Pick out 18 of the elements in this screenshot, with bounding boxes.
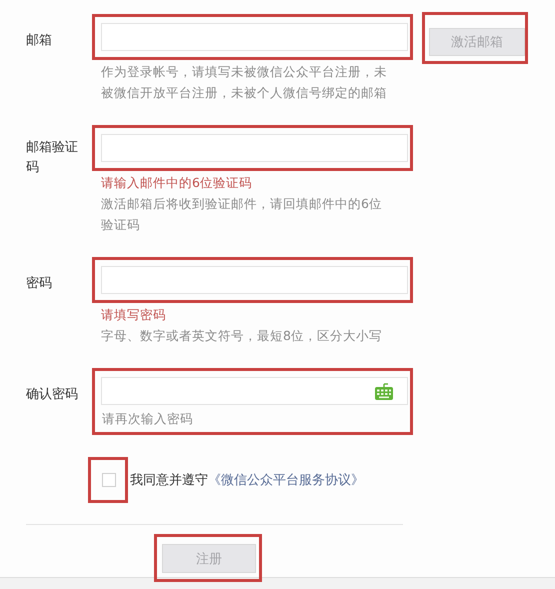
input-field[interactable]: [101, 377, 408, 405]
hint-text: 作为登录帐号，请填写未被微信公众平台注册，未被微信开放平台注册，未被个人微信号绑定的邮箱: [101, 63, 388, 102]
hint-text: 字母、数字或者英文符号，最短8位，区分大小写: [101, 327, 383, 345]
error-message: 请输入邮件中的6位验证码: [101, 174, 253, 192]
field-label: 邮箱验证码: [26, 139, 79, 177]
agreement-text: 我同意并遵守: [130, 472, 208, 489]
hint-text: 请再次输入密码: [102, 410, 194, 428]
field-label: 邮箱: [26, 32, 53, 50]
keyboard-icon[interactable]: [375, 382, 393, 400]
input-field[interactable]: [101, 134, 408, 162]
input-field[interactable]: [101, 23, 408, 51]
hint-text: 激活邮箱后将收到验证邮件，请回填邮件中的6位验证码: [101, 195, 383, 234]
field-label: 密码: [26, 275, 53, 293]
error-message: 请填写密码: [101, 306, 167, 324]
field-label: 确认密码: [26, 386, 79, 404]
agreement-link[interactable]: 《微信公众平台服务协议》: [208, 471, 364, 489]
input-field[interactable]: [101, 266, 408, 294]
checkbox[interactable]: [102, 473, 116, 487]
